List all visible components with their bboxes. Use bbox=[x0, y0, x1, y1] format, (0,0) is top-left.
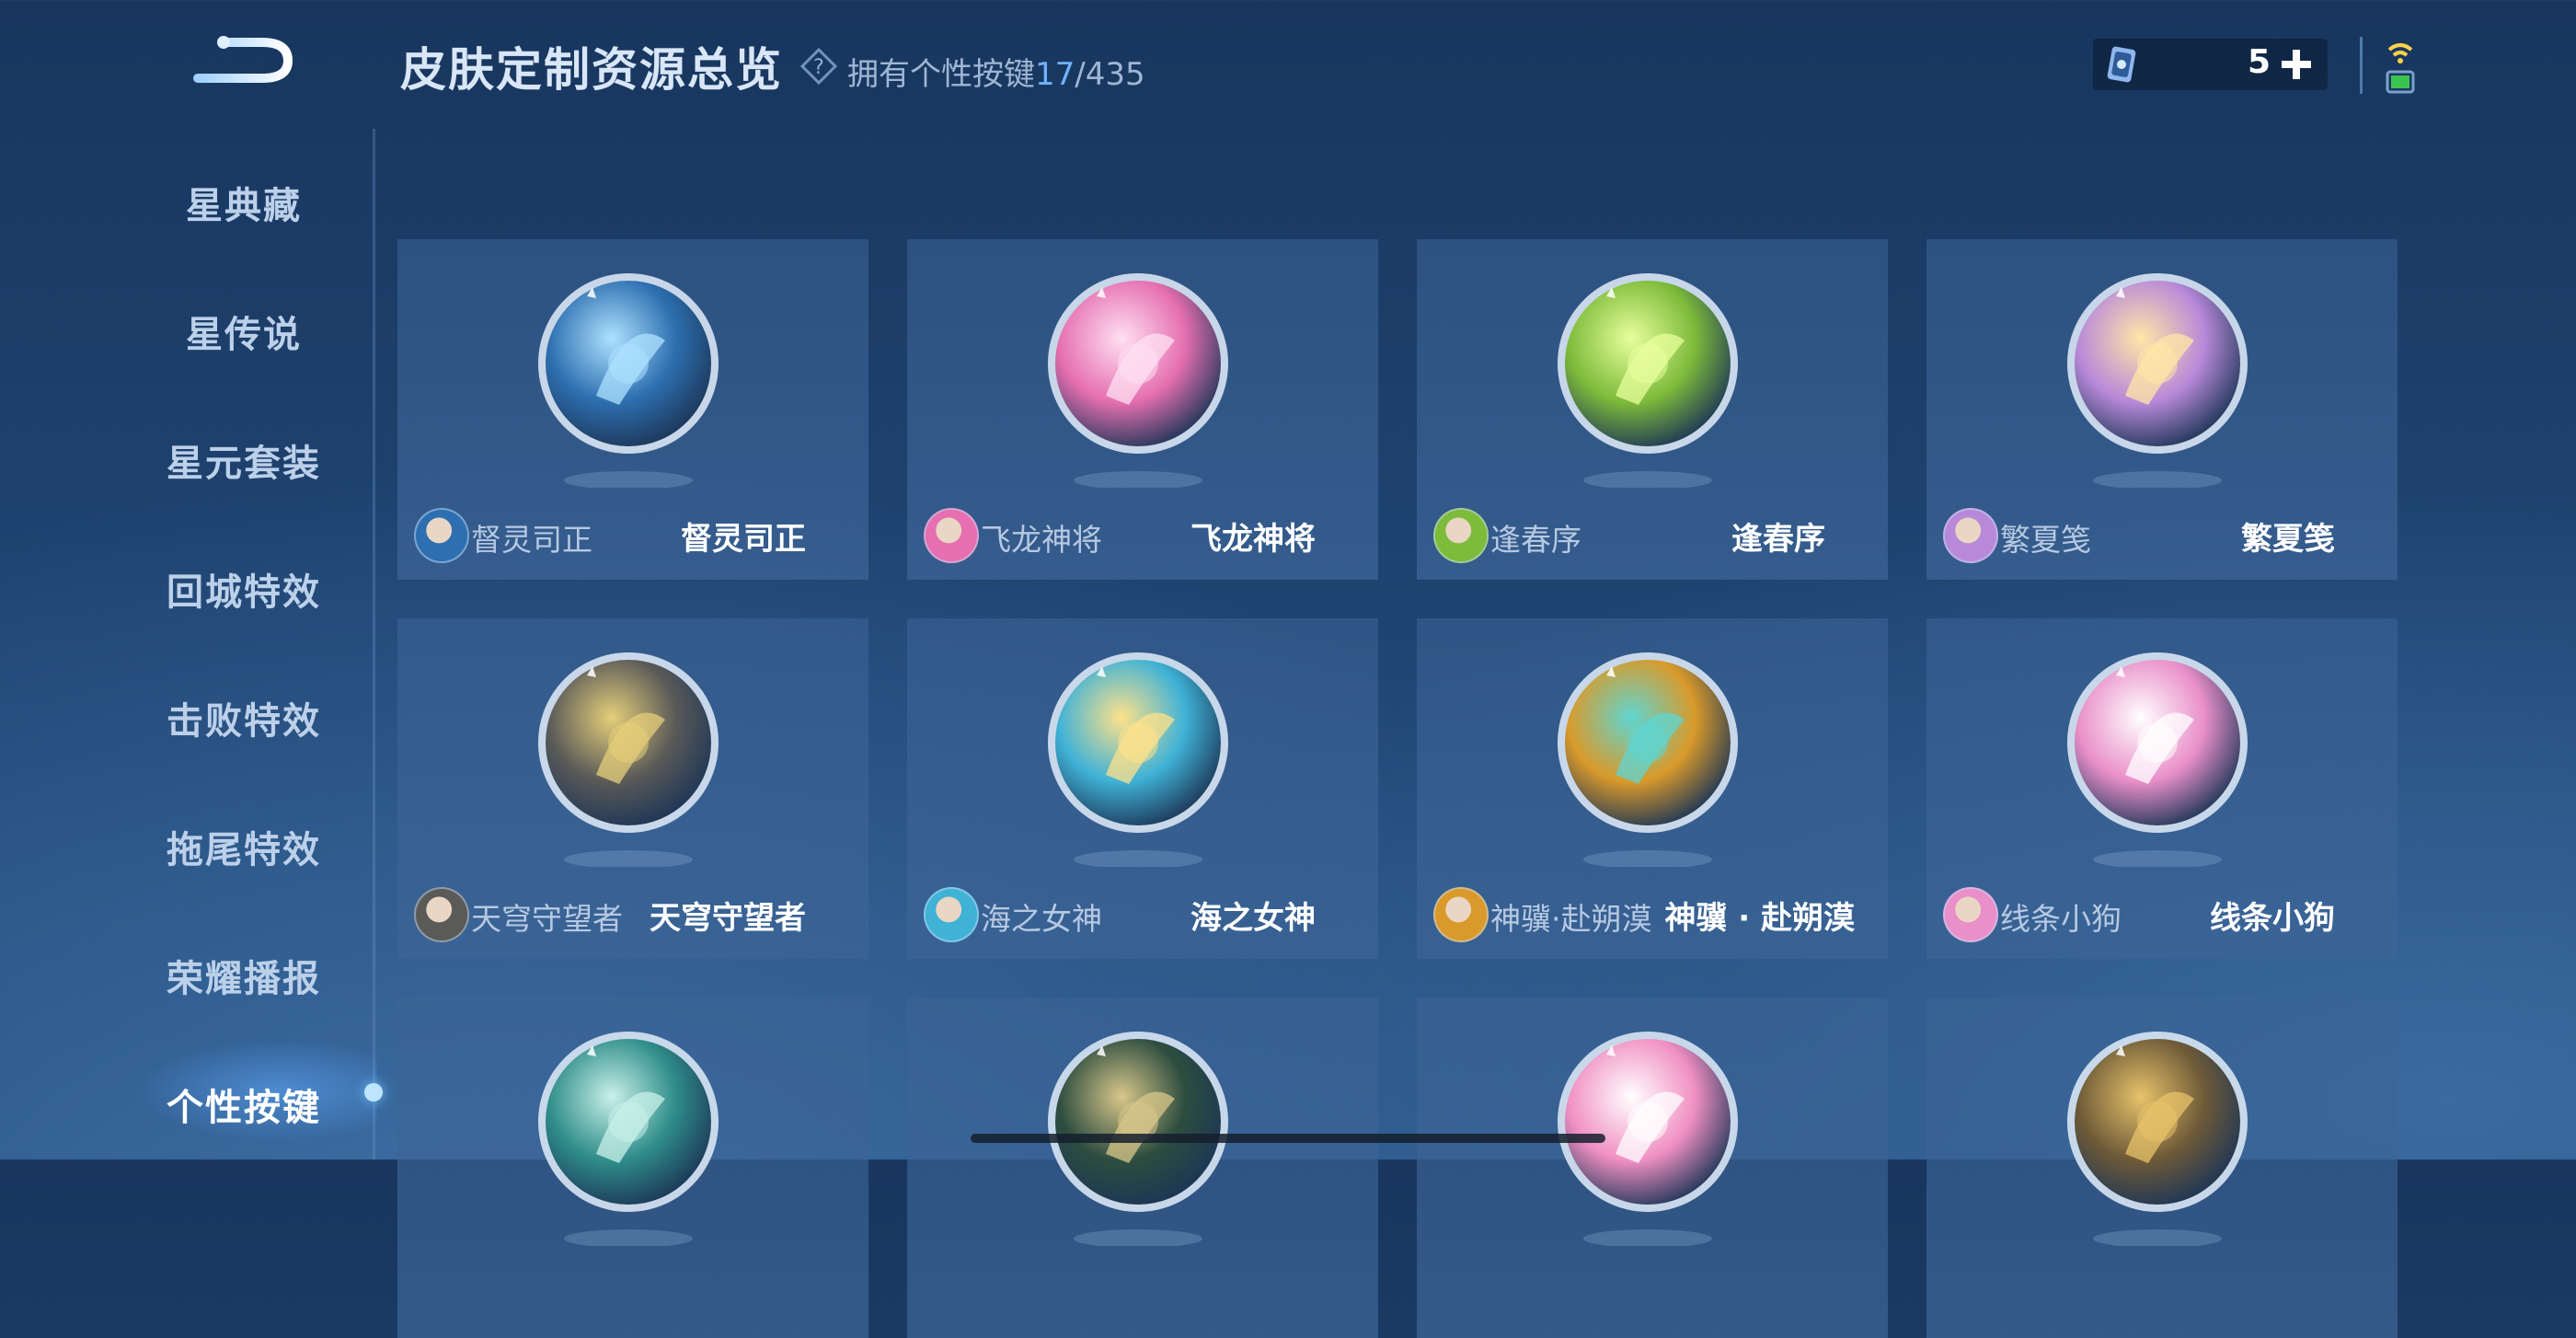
dragon-claw-icon bbox=[1048, 273, 1228, 488]
skin-name: 督灵司正 bbox=[681, 521, 806, 558]
hero-name: 神骥·赴朔漠 bbox=[1490, 901, 1652, 937]
hero-avatar bbox=[924, 508, 979, 563]
sidebar-item-xingchuanshuo[interactable]: 星传说 bbox=[129, 267, 359, 396]
gold-swirl-icon bbox=[2067, 1032, 2248, 1246]
skin-card[interactable]: 天穹守望者 天穹守望者 bbox=[397, 618, 868, 959]
hero-avatar bbox=[1943, 508, 1998, 563]
hero-name: 天穹守望者 bbox=[471, 901, 623, 937]
skin-name: 飞龙神将 bbox=[1190, 521, 1316, 558]
hero-name: 督灵司正 bbox=[471, 522, 592, 558]
fairy-icon bbox=[2067, 273, 2248, 488]
sidebar-divider bbox=[373, 129, 375, 1159]
hero-name: 线条小狗 bbox=[2000, 901, 2122, 937]
skin-card[interactable]: 督灵司正 督灵司正 bbox=[397, 239, 868, 580]
skin-card[interactable]: 线条小狗 线条小狗 bbox=[1926, 618, 2398, 959]
hero-name: 繁夏笺 bbox=[2000, 522, 2091, 558]
skin-name: 神骥 · 赴朔漠 bbox=[1664, 900, 1855, 937]
network-battery-icon bbox=[2386, 43, 2415, 94]
divider bbox=[2360, 37, 2363, 94]
hero-avatar bbox=[414, 887, 469, 942]
hero-avatar bbox=[414, 508, 469, 563]
hero-name: 逢春序 bbox=[1490, 522, 1581, 558]
page-title: 皮肤定制资源总览 bbox=[400, 43, 783, 97]
jade-blade-icon bbox=[538, 1032, 719, 1246]
sidebar-item-glory-broadcast[interactable]: 荣耀播报 bbox=[129, 911, 359, 1040]
sidebar-item-trail-effect[interactable]: 拖尾特效 bbox=[129, 782, 359, 911]
header: 皮肤定制资源总览 ? 拥有个性按键17/435 bbox=[400, 33, 1145, 99]
sidebar-active-indicator bbox=[364, 1083, 383, 1102]
skin-card[interactable]: 神骥·赴朔漠 神骥 · 赴朔漠 bbox=[1417, 618, 1888, 959]
skin-card[interactable]: 繁夏笺 繁夏笺 bbox=[1926, 239, 2398, 580]
add-currency-button[interactable] bbox=[2278, 46, 2315, 83]
skin-name: 逢春序 bbox=[1731, 521, 1825, 558]
hero-avatar bbox=[1943, 887, 1998, 942]
hero-avatar bbox=[1433, 508, 1489, 563]
skin-card[interactable] bbox=[907, 998, 1378, 1338]
skin-card[interactable] bbox=[1417, 998, 1888, 1338]
help-icon[interactable]: ? bbox=[799, 47, 838, 86]
sidebar-item-xingyuan-set[interactable]: 星元套装 bbox=[129, 396, 359, 525]
back-button[interactable] bbox=[189, 28, 299, 92]
hero-name: 海之女神 bbox=[981, 901, 1102, 937]
currency-amount: 5 bbox=[2247, 43, 2271, 81]
skin-card[interactable]: 飞龙神将 飞龙神将 bbox=[907, 239, 1378, 580]
skin-card[interactable] bbox=[1926, 998, 2398, 1338]
sidebar-item-kill-effect[interactable]: 击败特效 bbox=[129, 653, 359, 782]
sidebar-item-custom-buttons[interactable]: 个性按键 bbox=[129, 1040, 359, 1169]
ticket-icon bbox=[2107, 46, 2136, 83]
currency-display: 5 bbox=[2093, 39, 2328, 90]
hero-avatar bbox=[1433, 887, 1489, 942]
sidebar: 星典藏 星传说 星元套装 回城特效 击败特效 拖尾特效 荣耀播报 个性按键 bbox=[129, 138, 359, 1169]
puppy-icon bbox=[2067, 652, 2248, 867]
skin-name: 天穹守望者 bbox=[650, 900, 806, 937]
skin-card[interactable]: 海之女神 海之女神 bbox=[907, 618, 1378, 959]
back-arrow-icon bbox=[193, 36, 293, 83]
hero-name: 飞龙神将 bbox=[981, 522, 1102, 558]
horse-icon bbox=[1558, 652, 1738, 867]
skin-name: 线条小狗 bbox=[2210, 900, 2335, 937]
hero-avatar bbox=[924, 887, 979, 942]
sidebar-item-xingdiancang[interactable]: 星典藏 bbox=[129, 138, 359, 267]
owned-count-text: 拥有个性按键17/435 bbox=[847, 55, 1145, 93]
skin-name: 繁夏笺 bbox=[2241, 521, 2335, 558]
crossbow-icon bbox=[538, 652, 719, 867]
skin-name: 海之女神 bbox=[1190, 900, 1316, 937]
sidebar-item-recall-effect[interactable]: 回城特效 bbox=[129, 525, 359, 653]
leaf-icon bbox=[1558, 273, 1738, 488]
dragon-blade-icon bbox=[538, 273, 719, 488]
home-indicator bbox=[971, 1134, 1605, 1143]
svg-text:?: ? bbox=[813, 56, 824, 79]
skin-card[interactable] bbox=[397, 998, 868, 1338]
skin-card[interactable]: 逢春序 逢春序 bbox=[1417, 239, 1888, 580]
flower-icon bbox=[1048, 652, 1228, 867]
